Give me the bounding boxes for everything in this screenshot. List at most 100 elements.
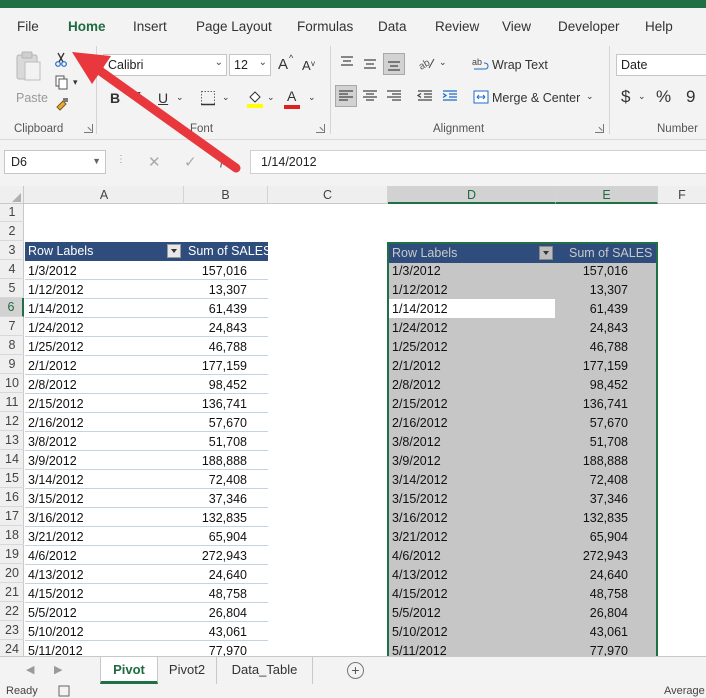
row-header[interactable]: 12 [0, 412, 24, 431]
pivot-row[interactable]: 4/13/2012 24,640 [389, 565, 656, 584]
row-header[interactable]: 19 [0, 545, 24, 564]
font-size-combo[interactable]: 12 ⌄ [229, 54, 271, 76]
column-header-d[interactable]: D [388, 186, 556, 204]
alignment-launcher-icon[interactable] [595, 124, 604, 133]
row-header[interactable]: 13 [0, 431, 24, 450]
row-header[interactable]: 6 [0, 298, 24, 317]
column-header-b[interactable]: B [184, 186, 268, 204]
currency-button[interactable]: $ [621, 87, 630, 107]
sheet-tab-pivot[interactable]: Pivot [100, 657, 158, 684]
pivot-row[interactable]: 4/15/2012 48,758 [25, 584, 268, 603]
borders-icon[interactable] [200, 90, 216, 106]
row-header[interactable]: 10 [0, 374, 24, 393]
tab-view[interactable]: View [502, 19, 531, 34]
merge-center-button[interactable]: Merge & Center [492, 91, 580, 105]
pivot-row[interactable]: 2/15/2012 136,741 [389, 394, 656, 413]
tab-page-layout[interactable]: Page Layout [196, 19, 272, 34]
row-header[interactable]: 9 [0, 355, 24, 374]
pivot-row[interactable]: 3/14/2012 72,408 [389, 470, 656, 489]
pivot-row[interactable]: 2/1/2012 177,159 [389, 356, 656, 375]
filter-dropdown-icon[interactable] [167, 244, 181, 258]
shrink-font-button[interactable]: A [302, 58, 311, 73]
row-header[interactable]: 20 [0, 564, 24, 583]
copy-icon[interactable] [54, 74, 70, 90]
row-header[interactable]: 2 [0, 222, 24, 241]
pivot-row[interactable]: 5/10/2012 43,061 [25, 622, 268, 641]
tab-insert[interactable]: Insert [133, 19, 167, 34]
comma-style-button[interactable]: 9 [686, 87, 695, 107]
pivot-row[interactable]: 5/10/2012 43,061 [389, 622, 656, 641]
add-sheet-button[interactable]: + [347, 662, 364, 679]
pivot-row[interactable]: 1/25/2012 46,788 [25, 337, 268, 356]
decrease-indent-icon[interactable] [417, 88, 433, 104]
align-right-icon[interactable] [386, 88, 402, 104]
underline-button[interactable]: U [158, 90, 168, 106]
align-center-icon[interactable] [362, 88, 378, 104]
column-header-f[interactable]: F [658, 186, 706, 204]
cancel-icon[interactable]: ✕ [148, 153, 161, 171]
pivot-row[interactable]: 2/1/2012 177,159 [25, 356, 268, 375]
pivot-row[interactable]: 1/3/2012 157,016 [389, 261, 656, 280]
column-header-a[interactable]: A [25, 186, 184, 204]
worksheet-grid[interactable]: Row Labels Sum of SALES 1/3/2012 157,016 1… [25, 204, 706, 656]
select-all-button[interactable] [0, 186, 24, 204]
pivot-row[interactable]: 4/6/2012 272,943 [389, 546, 656, 565]
align-left-button[interactable] [335, 85, 357, 107]
pivot-row[interactable]: 3/9/2012 188,888 [25, 451, 268, 470]
pivot-row[interactable]: 3/8/2012 51,708 [25, 432, 268, 451]
pivot-row[interactable]: 1/3/2012 157,016 [25, 261, 268, 280]
tab-formulas[interactable]: Formulas [297, 19, 353, 34]
grow-font-button[interactable]: A [278, 56, 288, 73]
copy-dropdown-icon[interactable]: ▾ [73, 78, 78, 87]
chevron-down-icon[interactable]: ⌄ [638, 92, 646, 101]
row-header[interactable]: 5 [0, 279, 24, 298]
bold-button[interactable]: B [110, 90, 120, 106]
chevron-down-icon[interactable]: ⌄ [308, 93, 316, 102]
row-header[interactable]: 15 [0, 469, 24, 488]
format-painter-icon[interactable] [54, 96, 70, 112]
pivot-row[interactable]: 1/25/2012 46,788 [389, 337, 656, 356]
prev-sheet-icon[interactable]: ◀ [26, 663, 34, 676]
macro-record-icon[interactable] [58, 685, 70, 697]
increase-indent-icon[interactable] [442, 88, 458, 104]
cut-icon[interactable] [54, 52, 68, 68]
italic-button[interactable]: I [136, 90, 141, 106]
pivot-row[interactable]: 4/13/2012 24,640 [25, 565, 268, 584]
row-header[interactable]: 18 [0, 526, 24, 545]
pivot-row[interactable]: 1/12/2012 13,307 [25, 280, 268, 299]
row-header[interactable]: 17 [0, 507, 24, 526]
chevron-down-icon[interactable]: ⌄ [586, 92, 594, 101]
tab-help[interactable]: Help [645, 19, 673, 34]
pivot-row[interactable]: 3/8/2012 51,708 [389, 432, 656, 451]
pivot-row[interactable]: 1/14/2012 61,439 [25, 299, 268, 318]
font-name-combo[interactable]: Calibri ⌄ [103, 54, 227, 76]
pivot-row[interactable]: 4/6/2012 272,943 [25, 546, 268, 565]
row-header[interactable]: 11 [0, 393, 24, 412]
row-header[interactable]: 3 [0, 241, 24, 260]
pivot-row[interactable]: 2/8/2012 98,452 [389, 375, 656, 394]
pivot-row[interactable]: 3/15/2012 37,346 [25, 489, 268, 508]
pivot-row[interactable]: 1/12/2012 13,307 [389, 280, 656, 299]
pivot-row[interactable]: 3/9/2012 188,888 [389, 451, 656, 470]
pivot-row[interactable]: 3/16/2012 132,835 [25, 508, 268, 527]
pivot-row[interactable]: 5/11/2012 77,970 [25, 641, 268, 656]
row-header[interactable]: 16 [0, 488, 24, 507]
column-header-c[interactable]: C [268, 186, 388, 204]
pivot-row[interactable]: 5/5/2012 26,804 [25, 603, 268, 622]
name-box[interactable]: D6 ▼ [4, 150, 106, 174]
next-sheet-icon[interactable]: ▶ [54, 663, 62, 676]
row-header[interactable]: 21 [0, 583, 24, 602]
pivot-row[interactable]: 2/16/2012 57,670 [389, 413, 656, 432]
fill-color-icon[interactable] [246, 88, 264, 108]
pivot-row[interactable]: 1/24/2012 24,843 [389, 318, 656, 337]
pivot-row[interactable]: 2/15/2012 136,741 [25, 394, 268, 413]
align-top-icon[interactable] [339, 54, 355, 70]
orientation-icon[interactable]: ab [417, 54, 437, 72]
pivot-row[interactable]: 1/14/2012 61,439 [389, 299, 656, 318]
row-header[interactable]: 8 [0, 336, 24, 355]
filter-dropdown-icon[interactable] [539, 246, 553, 260]
align-bottom-button[interactable] [383, 53, 405, 75]
pivot-row[interactable]: 1/24/2012 24,843 [25, 318, 268, 337]
tab-file[interactable]: File [17, 19, 39, 34]
pivot-row[interactable]: 2/16/2012 57,670 [25, 413, 268, 432]
